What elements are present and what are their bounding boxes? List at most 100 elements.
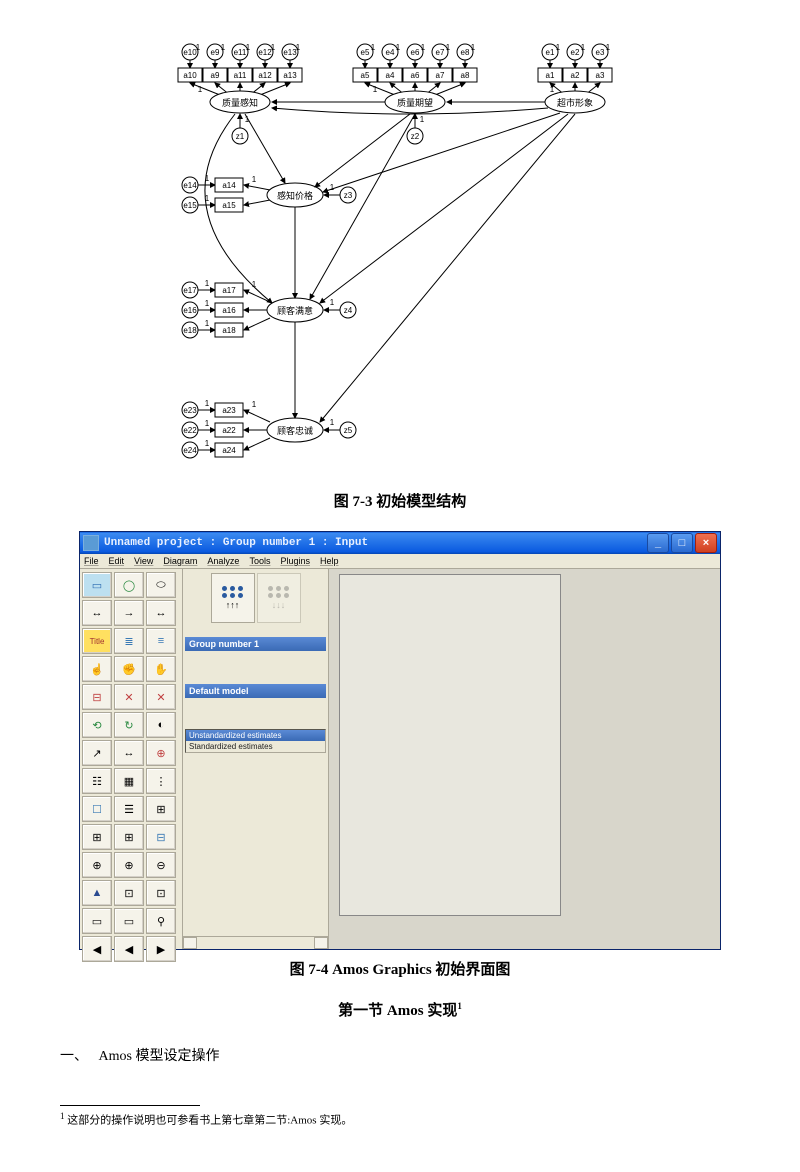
- menu-file[interactable]: File: [84, 556, 99, 566]
- panel-scrollbar[interactable]: [183, 936, 328, 949]
- tool-save-icon[interactable]: ⊟: [146, 824, 176, 850]
- tool-out1-icon[interactable]: ⊞: [82, 824, 112, 850]
- menu-analyze[interactable]: Analyze: [207, 556, 239, 566]
- tool-zoom-icon[interactable]: ⊕: [114, 852, 144, 878]
- svg-text:1: 1: [421, 43, 426, 52]
- tool-search-icon[interactable]: ⚲: [146, 908, 176, 934]
- tool-mg1-icon[interactable]: ⊡: [114, 880, 144, 906]
- svg-text:a12: a12: [258, 71, 272, 80]
- menu-diagram[interactable]: Diagram: [163, 556, 197, 566]
- tool-redo-icon[interactable]: ↻: [114, 712, 144, 738]
- svg-text:a1: a1: [546, 71, 555, 80]
- tool-undo-icon[interactable]: ⟲: [82, 712, 112, 738]
- svg-text:a15: a15: [222, 201, 236, 210]
- tool-dup-icon[interactable]: ⊟: [82, 684, 112, 710]
- estimates-std[interactable]: Standardized estimates: [186, 741, 325, 752]
- tool-title-icon[interactable]: Title: [82, 628, 112, 654]
- svg-text:e1: e1: [546, 48, 555, 57]
- svg-text:1: 1: [606, 43, 611, 52]
- svg-text:e22: e22: [183, 426, 197, 435]
- svg-text:a4: a4: [386, 71, 395, 80]
- tool-data-icon[interactable]: ☐: [82, 796, 112, 822]
- section-title: 第一节 Amos 实现1: [60, 999, 740, 1020]
- tool-analysis-icon[interactable]: ☰: [114, 796, 144, 822]
- figure-7-3-caption: 图 7-3 初始模型结构: [60, 490, 740, 511]
- svg-text:1: 1: [371, 43, 376, 52]
- tool-rot-icon[interactable]: ◐: [146, 712, 176, 738]
- svg-text:1: 1: [205, 399, 210, 408]
- tool-ellipse-icon[interactable]: ◯: [114, 572, 144, 598]
- svg-text:1: 1: [246, 43, 251, 52]
- menu-plugins[interactable]: Plugins: [280, 556, 310, 566]
- tool-first-icon[interactable]: ◀: [114, 936, 144, 962]
- tool-prop-icon[interactable]: ⊕: [146, 740, 176, 766]
- model-selector[interactable]: Default model: [185, 684, 326, 698]
- svg-text:z2: z2: [411, 132, 420, 141]
- tool-prev-icon[interactable]: ◀: [82, 936, 112, 962]
- svg-text:e3: e3: [596, 48, 605, 57]
- svg-text:1: 1: [330, 418, 335, 427]
- tool-print-icon[interactable]: ▭: [82, 908, 112, 934]
- app-icon: [83, 535, 99, 551]
- svg-text:z4: z4: [344, 306, 353, 315]
- tool-list1-icon[interactable]: ≣: [114, 628, 144, 654]
- footnote-1: 1 这部分的操作说明也可参看书上第七章第二节:Amos 实现。: [60, 1111, 740, 1128]
- menu-view[interactable]: View: [134, 556, 153, 566]
- tool-bayes-icon[interactable]: ▲: [82, 880, 112, 906]
- svg-text:1: 1: [471, 43, 476, 52]
- tool-page-icon[interactable]: ▭: [114, 908, 144, 934]
- estimates-unstd[interactable]: Unstandardized estimates: [186, 730, 325, 741]
- canvas-area[interactable]: [329, 569, 720, 949]
- svg-text:1: 1: [205, 319, 210, 328]
- tool-zoomout-icon[interactable]: ⊖: [146, 852, 176, 878]
- svg-text:a3: a3: [596, 71, 605, 80]
- svg-text:e24: e24: [183, 446, 197, 455]
- tool-selectall-icon[interactable]: ✊: [114, 656, 144, 682]
- tool-del2-icon[interactable]: ✕: [146, 684, 176, 710]
- svg-text:a13: a13: [283, 71, 297, 80]
- tool-rect-icon[interactable]: ▭: [82, 572, 112, 598]
- minimize-button[interactable]: _: [647, 533, 669, 553]
- svg-text:a22: a22: [222, 426, 236, 435]
- model-view-icon[interactable]: ↑↑↑: [211, 573, 255, 623]
- tool-cov-icon[interactable]: ↔: [82, 600, 112, 626]
- menu-edit[interactable]: Edit: [109, 556, 125, 566]
- svg-text:a7: a7: [436, 71, 445, 80]
- tool-out2-icon[interactable]: ⊞: [114, 824, 144, 850]
- svg-text:1: 1: [205, 419, 210, 428]
- close-button[interactable]: ×: [695, 533, 717, 553]
- maximize-button[interactable]: □: [671, 533, 693, 553]
- tool-calc-icon[interactable]: ⊞: [146, 796, 176, 822]
- svg-text:1: 1: [556, 43, 561, 52]
- svg-text:1: 1: [396, 43, 401, 52]
- svg-text:1: 1: [581, 43, 586, 52]
- tool-path-icon[interactable]: →: [114, 600, 144, 626]
- menu-tools[interactable]: Tools: [249, 556, 270, 566]
- tool-mg2-icon[interactable]: ⊡: [146, 880, 176, 906]
- tool-latent-icon[interactable]: ⬭: [146, 572, 176, 598]
- tool-list2-icon[interactable]: ≡: [146, 628, 176, 654]
- tool-doublearrow-icon[interactable]: ↔: [146, 600, 176, 626]
- tool-zoomin-icon[interactable]: ⊕: [82, 852, 112, 878]
- tool-grid3-icon[interactable]: ⋮: [146, 768, 176, 794]
- tool-select-icon[interactable]: ☝: [82, 656, 112, 682]
- canvas-page[interactable]: [339, 574, 561, 916]
- top-measurement-row: e10 e9 e11 e12 e13 1 1 1 1 1 a10 a9 a11 …: [178, 43, 612, 144]
- svg-text:1: 1: [205, 439, 210, 448]
- svg-text:e4: e4: [386, 48, 395, 57]
- tool-deselect-icon[interactable]: ✋: [146, 656, 176, 682]
- svg-text:1: 1: [245, 115, 250, 124]
- svg-text:e14: e14: [183, 181, 197, 190]
- tool-grid1-icon[interactable]: ☷: [82, 768, 112, 794]
- tool-next-icon[interactable]: ▶: [146, 936, 176, 962]
- menu-help[interactable]: Help: [320, 556, 339, 566]
- tool-move-icon[interactable]: ↗: [82, 740, 112, 766]
- tool-resize-icon[interactable]: ↔: [114, 740, 144, 766]
- estimates-list[interactable]: Unstandardized estimates Standardized es…: [185, 729, 326, 753]
- output-view-icon[interactable]: ↓↓↓: [257, 573, 301, 623]
- group-selector[interactable]: Group number 1: [185, 637, 326, 651]
- tool-grid2-icon[interactable]: ▦: [114, 768, 144, 794]
- svg-text:1: 1: [446, 43, 451, 52]
- svg-text:e15: e15: [183, 201, 197, 210]
- tool-del1-icon[interactable]: ✕: [114, 684, 144, 710]
